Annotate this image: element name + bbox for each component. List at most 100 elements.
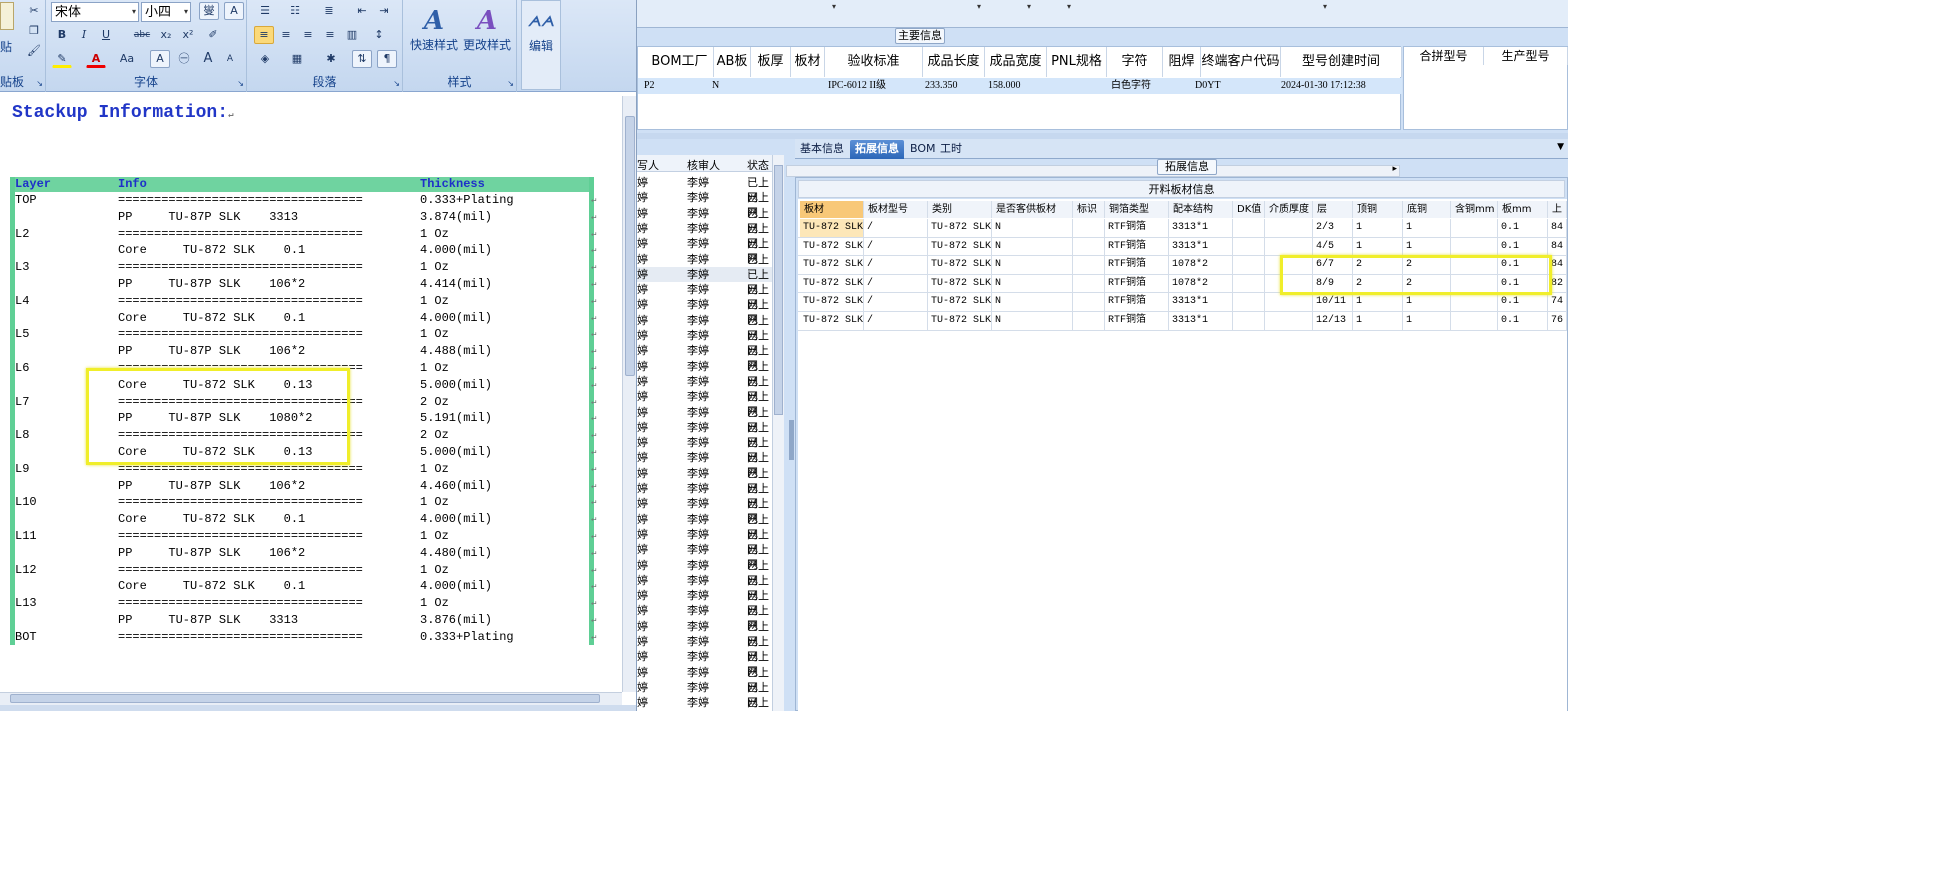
show-marks-icon[interactable]: ¶ xyxy=(377,50,397,68)
horizontal-scrollbar[interactable] xyxy=(0,692,622,705)
char-border-icon[interactable]: A xyxy=(224,2,244,20)
line-spacing-icon[interactable]: ↕ xyxy=(369,26,389,44)
dialog-launcher-icon[interactable]: ↘ xyxy=(393,79,400,88)
list-item[interactable]: 婷李婷已上网 xyxy=(637,359,772,388)
dropdown-arrow-icon[interactable]: ▾ xyxy=(1027,2,1031,11)
bullets-icon[interactable]: ☰ xyxy=(255,2,275,20)
list-item[interactable]: 婷李婷已上网 xyxy=(637,266,772,296)
dropdown-arrow-icon[interactable]: ▾ xyxy=(1323,2,1327,11)
numbering-icon[interactable]: ☷ xyxy=(285,2,305,20)
scroll-thumb[interactable] xyxy=(774,165,783,415)
font-size-combo[interactable]: 小四 ▾ xyxy=(141,2,191,22)
list-item[interactable]: 婷李婷已上网 xyxy=(637,206,772,235)
list-item[interactable]: 婷李婷已上网 xyxy=(637,282,772,311)
list-item[interactable]: 婷李婷已上网 xyxy=(637,405,772,434)
list-item[interactable]: 婷李婷已上网 xyxy=(637,328,772,357)
justify-icon[interactable]: ≡ xyxy=(320,26,340,44)
list-item[interactable]: 婷李婷已上网 xyxy=(637,496,772,525)
paste-button[interactable]: 贴 xyxy=(0,38,12,55)
list-item[interactable]: 婷李婷已上网 xyxy=(637,512,772,541)
strikethrough-button[interactable]: abc xyxy=(130,26,154,44)
document-page[interactable]: Stackup Information:↵ Layer Info Thickne… xyxy=(0,96,622,692)
list-item[interactable]: 婷李婷已上网 xyxy=(637,466,772,495)
highlight-icon[interactable]: ✎ xyxy=(52,50,72,68)
dialog-launcher-icon[interactable]: ↘ xyxy=(507,79,514,88)
left-list-scrollbar[interactable] xyxy=(772,155,784,711)
decrease-indent-icon[interactable]: ⇤ xyxy=(352,2,372,20)
list-item[interactable]: 婷李婷已上网 xyxy=(637,634,772,663)
increase-indent-icon[interactable]: ⇥ xyxy=(374,2,394,20)
list-item[interactable]: 婷李婷已上网 xyxy=(637,665,772,694)
font-name-combo[interactable]: 宋体 ▾ xyxy=(51,2,139,22)
list-item[interactable]: 婷李婷已上网 xyxy=(637,175,772,204)
panel-collapse-handle[interactable] xyxy=(789,420,794,460)
main-hscrollbar[interactable]: ▸ xyxy=(786,164,1400,177)
subscript-button[interactable]: x₂ xyxy=(156,26,176,44)
list-item[interactable]: 婷李婷已上网 xyxy=(637,603,772,632)
bold-button[interactable]: B xyxy=(52,26,72,44)
material-row[interactable]: TU-872 SLK / TU-872 SLK N RTF铜箔 3313*1 4/5 1 1 0.… xyxy=(798,237,1567,257)
list-item[interactable]: 婷李婷已上网 xyxy=(637,619,772,648)
sort-icon[interactable]: ⇅ xyxy=(352,50,372,68)
main-data-row[interactable]: P2 N IPC-6012 II级 233.350 158.000 白色字符 D… xyxy=(638,78,1402,94)
grow-font-button[interactable]: A xyxy=(198,50,218,68)
list-item[interactable]: 婷李婷已上网 xyxy=(637,313,772,342)
list-item[interactable]: 婷李婷已上网 xyxy=(637,649,772,678)
list-item[interactable]: 婷李婷已上网 xyxy=(637,527,772,556)
italic-button[interactable]: I xyxy=(74,26,94,44)
dropdown-arrow-icon[interactable]: ▾ xyxy=(1067,2,1071,11)
list-item[interactable]: 婷李婷已上网 xyxy=(637,297,772,326)
tabs-menu-icon[interactable]: ▼ xyxy=(1557,142,1564,152)
tab-basic-info[interactable]: 基本信息 xyxy=(795,140,849,159)
cut-icon[interactable]: ✂ xyxy=(24,2,44,20)
list-item[interactable]: 婷李婷已上网 xyxy=(637,542,772,571)
quick-styles-button[interactable]: A 快速样式 xyxy=(408,4,460,52)
list-item[interactable]: 婷李婷已上网 xyxy=(637,389,772,418)
multilevel-list-icon[interactable]: ≣ xyxy=(319,2,339,20)
copy-icon[interactable]: ❐ xyxy=(24,22,44,40)
change-case-button[interactable]: Aa xyxy=(116,50,138,68)
format-painter-icon[interactable]: 🖌 xyxy=(24,42,44,60)
list-item[interactable]: 婷李婷已上网 xyxy=(637,343,772,372)
font-color-button[interactable]: A xyxy=(86,50,106,68)
align-right-icon[interactable]: ≡ xyxy=(298,26,318,44)
list-item[interactable]: 婷李婷已上网 xyxy=(637,588,772,617)
distributed-icon[interactable]: ▥ xyxy=(342,26,362,44)
vertical-scrollbar[interactable] xyxy=(622,96,636,692)
material-row[interactable]: TU-872 SLK / TU-872 SLK N RTF铜箔 3313*1 2/3 1 1 0.… xyxy=(798,219,1567,238)
scroll-thumb[interactable] xyxy=(625,116,635,376)
editing-button[interactable]: ᗅᗅ 编辑 xyxy=(522,5,560,53)
phonetic-guide-icon[interactable]: 燮 xyxy=(199,2,219,20)
material-row[interactable]: TU-872 SLK / TU-872 SLK N RTF铜箔 3313*1 10/11 1 1… xyxy=(798,293,1567,312)
list-item[interactable]: 婷李婷已上网 xyxy=(637,680,772,709)
material-row[interactable]: TU-872 SLK / TU-872 SLK N RTF铜箔 3313*1 12/13 1 1… xyxy=(798,312,1567,331)
enclose-char-icon[interactable]: ㊀ xyxy=(174,50,194,68)
list-item[interactable]: 婷李婷已上网 xyxy=(637,221,772,250)
list-item[interactable]: 婷李婷已上网 xyxy=(637,573,772,602)
align-center-icon[interactable]: ≡ xyxy=(276,26,296,44)
list-item[interactable]: 婷李婷已上网 xyxy=(637,450,772,479)
tab-labor[interactable]: 工时 xyxy=(935,140,967,159)
list-item[interactable]: 婷李婷已上网 xyxy=(637,558,772,587)
tab-extended-info[interactable]: 拓展信息 xyxy=(850,140,904,159)
list-item[interactable]: 婷李婷已上网 xyxy=(637,236,772,265)
list-item[interactable]: 婷李婷已上网 xyxy=(637,374,772,403)
clear-format-icon[interactable]: ✐ xyxy=(203,26,223,44)
shrink-font-button[interactable]: A xyxy=(220,50,240,68)
list-item[interactable]: 婷李婷已上网 xyxy=(637,190,772,219)
underline-button[interactable]: U xyxy=(96,26,116,44)
list-item[interactable]: 婷李婷已上网 xyxy=(637,481,772,510)
list-item[interactable]: 婷李婷已上网 xyxy=(637,435,772,464)
dropdown-arrow-icon[interactable]: ▾ xyxy=(832,2,836,11)
list-item[interactable]: 婷李婷已上网 xyxy=(637,420,772,449)
dialog-launcher-icon[interactable]: ↘ xyxy=(36,79,43,88)
char-shading-icon[interactable]: A xyxy=(150,50,170,68)
dropdown-arrow-icon[interactable]: ▾ xyxy=(977,2,981,11)
scroll-right-icon[interactable]: ▸ xyxy=(1392,164,1397,174)
dialog-launcher-icon[interactable]: ↘ xyxy=(237,79,244,88)
hscroll-thumb[interactable] xyxy=(10,694,600,703)
list-item[interactable]: 婷李婷已上网 xyxy=(637,252,772,281)
list-item[interactable]: 婷李婷已上网 xyxy=(637,695,772,710)
align-left-icon[interactable]: ≡ xyxy=(254,26,274,44)
shading-icon[interactable]: ◈ xyxy=(255,50,275,68)
